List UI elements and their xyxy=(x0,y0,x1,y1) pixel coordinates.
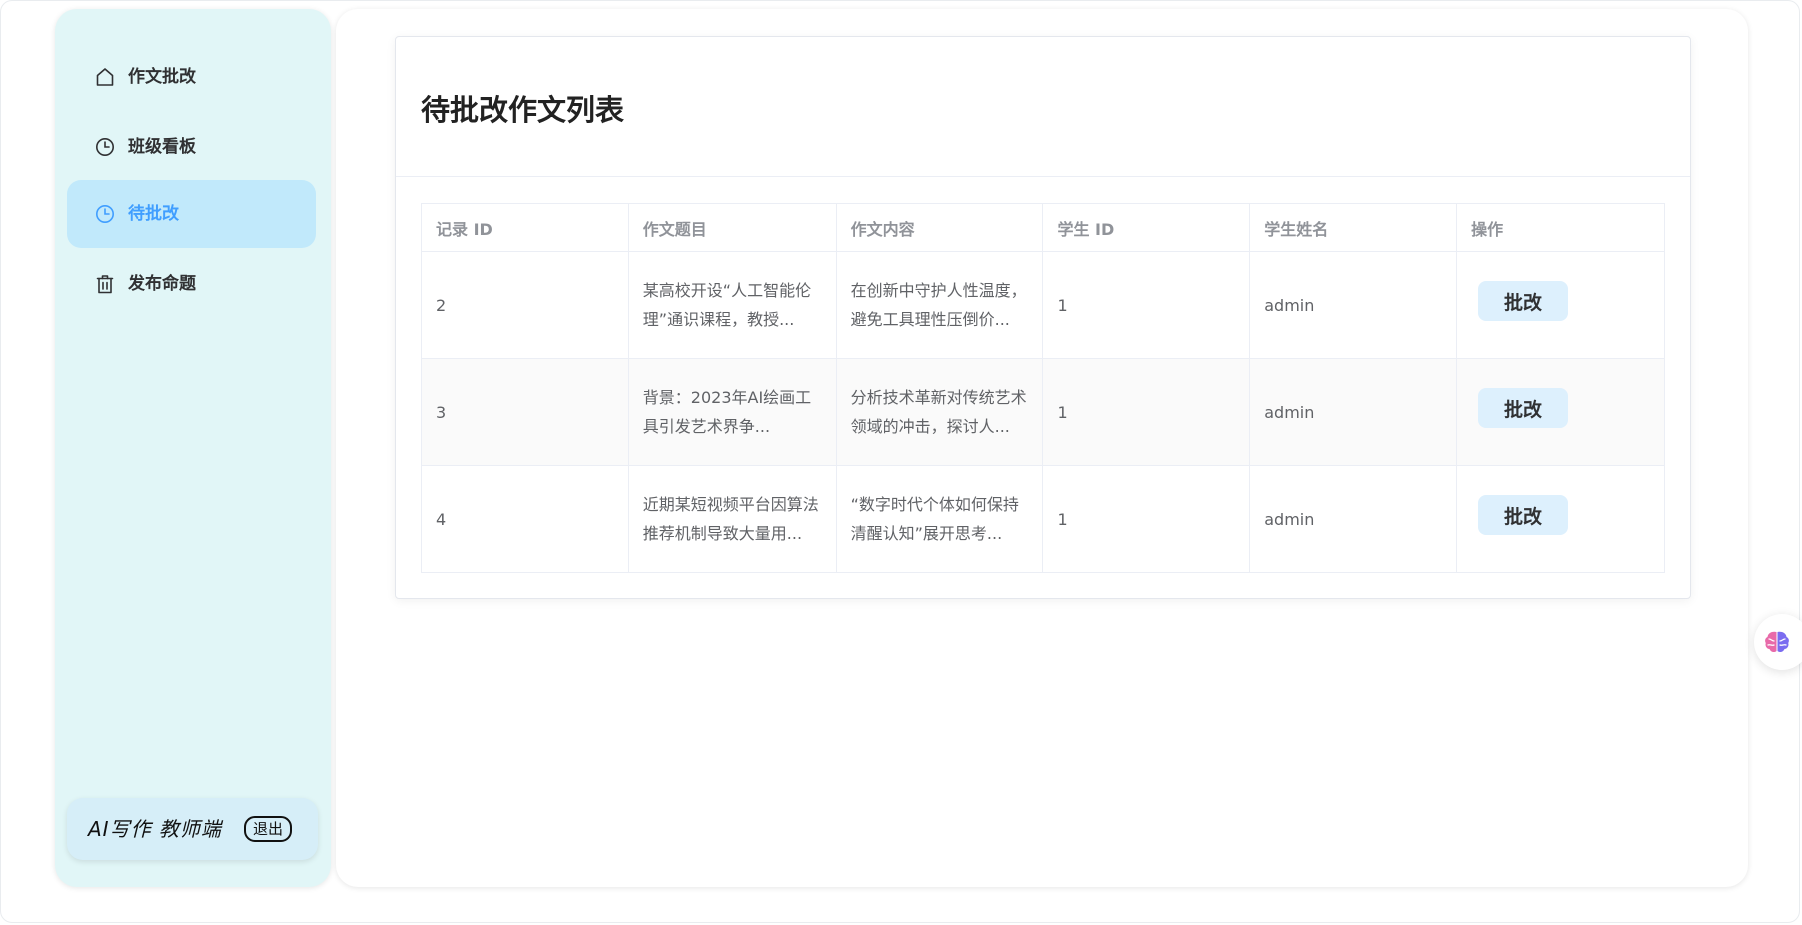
home-icon xyxy=(95,67,115,87)
sidebar-item-label: 作文批改 xyxy=(128,67,196,87)
student-id-cell: 1 xyxy=(1042,358,1251,466)
sidebar-item-class-board[interactable]: 班级看板 xyxy=(67,113,316,181)
student-name-cell: admin xyxy=(1249,465,1458,573)
sidebar-footer: AI写作 教师端 退出 xyxy=(67,798,318,860)
sidebar-item-label: 发布命题 xyxy=(128,274,196,294)
record-id-cell: 4 xyxy=(421,465,629,573)
essay-title-cell: 近期某短视频平台因算法推荐机制导致大量用... xyxy=(627,465,837,573)
page-title: 待批改作文列表 xyxy=(421,93,625,127)
column-header: 作文内容 xyxy=(835,203,1044,252)
review-button[interactable]: 批改 xyxy=(1478,388,1569,429)
student-id-cell: 1 xyxy=(1042,465,1251,573)
action-cell: 批改 xyxy=(1456,465,1665,573)
column-header: 操作 xyxy=(1456,203,1665,252)
column-header: 学生姓名 xyxy=(1249,203,1458,252)
sidebar-item-pending[interactable]: 待批改 xyxy=(67,180,316,248)
essay-title-cell: 某高校开设“人工智能伦理”通识课程，教授... xyxy=(627,251,837,359)
ai-assistant-button[interactable] xyxy=(1754,614,1802,670)
essay-title-cell: 背景：2023年AI绘画工具引发艺术界争... xyxy=(627,358,837,466)
sidebar-item-label: 待批改 xyxy=(128,204,179,224)
column-header: 作文题目 xyxy=(627,203,837,252)
sidebar: 作文批改 班级看板 待批改 发布命题 AI写作 教师端 退出 xyxy=(55,9,331,887)
clock-icon xyxy=(95,204,115,224)
action-cell: 批改 xyxy=(1456,358,1665,466)
pending-essays-card: 待批改作文列表 记录 ID 作文题目 作文内容 学生 ID 学生姓名 操作 2 … xyxy=(395,36,1691,599)
column-header: 学生 ID xyxy=(1042,203,1251,252)
logout-button[interactable]: 退出 xyxy=(244,816,292,842)
trash-icon xyxy=(95,274,115,294)
sidebar-item-label: 班级看板 xyxy=(128,137,196,157)
main-panel: 待批改作文列表 记录 ID 作文题目 作文内容 学生 ID 学生姓名 操作 2 … xyxy=(336,9,1748,887)
card-header: 待批改作文列表 xyxy=(396,37,1690,177)
student-name-cell: admin xyxy=(1249,358,1458,466)
essay-content-cell: 分析技术革新对传统艺术领域的冲击，探讨人... xyxy=(835,358,1044,466)
table-header-row: 记录 ID 作文题目 作文内容 学生 ID 学生姓名 操作 xyxy=(421,203,1665,252)
essay-content-cell: “数字时代个体如何保持清醒认知”展开思考... xyxy=(835,465,1044,573)
review-button[interactable]: 批改 xyxy=(1478,495,1569,536)
column-header: 记录 ID xyxy=(421,203,629,252)
sidebar-item-publish-topic[interactable]: 发布命题 xyxy=(67,250,316,318)
action-cell: 批改 xyxy=(1456,251,1665,359)
sidebar-item-essay-review[interactable]: 作文批改 xyxy=(67,43,316,111)
student-name-cell: admin xyxy=(1249,251,1458,359)
record-id-cell: 3 xyxy=(421,358,629,466)
app-brand: AI写作 教师端 xyxy=(88,817,222,841)
essays-table: 记录 ID 作文题目 作文内容 学生 ID 学生姓名 操作 2 某高校开设“人工… xyxy=(421,203,1665,573)
table-row: 4 近期某短视频平台因算法推荐机制导致大量用... “数字时代个体如何保持清醒认… xyxy=(421,465,1665,573)
record-id-cell: 2 xyxy=(421,251,629,359)
clock-icon xyxy=(95,137,115,157)
table-row: 3 背景：2023年AI绘画工具引发艺术界争... 分析技术革新对传统艺术领域的… xyxy=(421,358,1665,466)
review-button[interactable]: 批改 xyxy=(1478,281,1569,322)
essay-content-cell: 在创新中守护人性温度，避免工具理性压倒价... xyxy=(835,251,1044,359)
table-row: 2 某高校开设“人工智能伦理”通识课程，教授... 在创新中守护人性温度，避免工… xyxy=(421,251,1665,359)
student-id-cell: 1 xyxy=(1042,251,1251,359)
